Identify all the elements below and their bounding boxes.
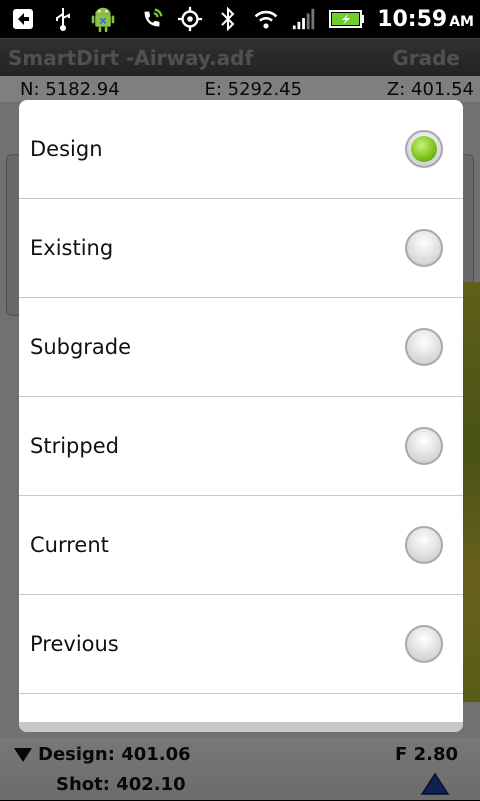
option-design[interactable]: Design [19, 100, 463, 199]
dialog-scroll-edge [19, 722, 463, 732]
android-debug-icon [90, 6, 116, 32]
option-label: Previous [30, 632, 119, 656]
usb-icon [50, 6, 76, 32]
radio-unselected-icon[interactable] [405, 229, 443, 267]
battery-charging-icon [329, 6, 365, 32]
wifi-icon [253, 6, 279, 32]
status-clock: 10:59 AM [377, 6, 474, 32]
radio-unselected-icon[interactable] [405, 625, 443, 663]
radio-unselected-icon[interactable] [405, 328, 443, 366]
surface-select-dialog: Design Existing Subgrade Stripped Curren… [19, 100, 463, 732]
option-label: Stripped [30, 434, 119, 458]
radio-unselected-icon[interactable] [405, 427, 443, 465]
option-current[interactable]: Current [19, 496, 463, 595]
option-previous[interactable]: Previous [19, 595, 463, 694]
cell-signal-icon [291, 6, 317, 32]
option-label: Design [30, 137, 103, 161]
option-stripped[interactable]: Stripped [19, 397, 463, 496]
back-notification-icon [10, 6, 36, 32]
phone-signal-icon [139, 6, 165, 32]
option-label: Existing [30, 236, 114, 260]
option-existing[interactable]: Existing [19, 199, 463, 298]
radio-unselected-icon[interactable] [405, 526, 443, 564]
radio-selected-icon[interactable] [405, 130, 443, 168]
option-subgrade[interactable]: Subgrade [19, 298, 463, 397]
status-bar: 10:59 AM [0, 0, 480, 38]
option-label: Current [30, 533, 109, 557]
option-label: Subgrade [30, 335, 132, 359]
bluetooth-icon [215, 6, 241, 32]
gps-icon [177, 6, 203, 32]
